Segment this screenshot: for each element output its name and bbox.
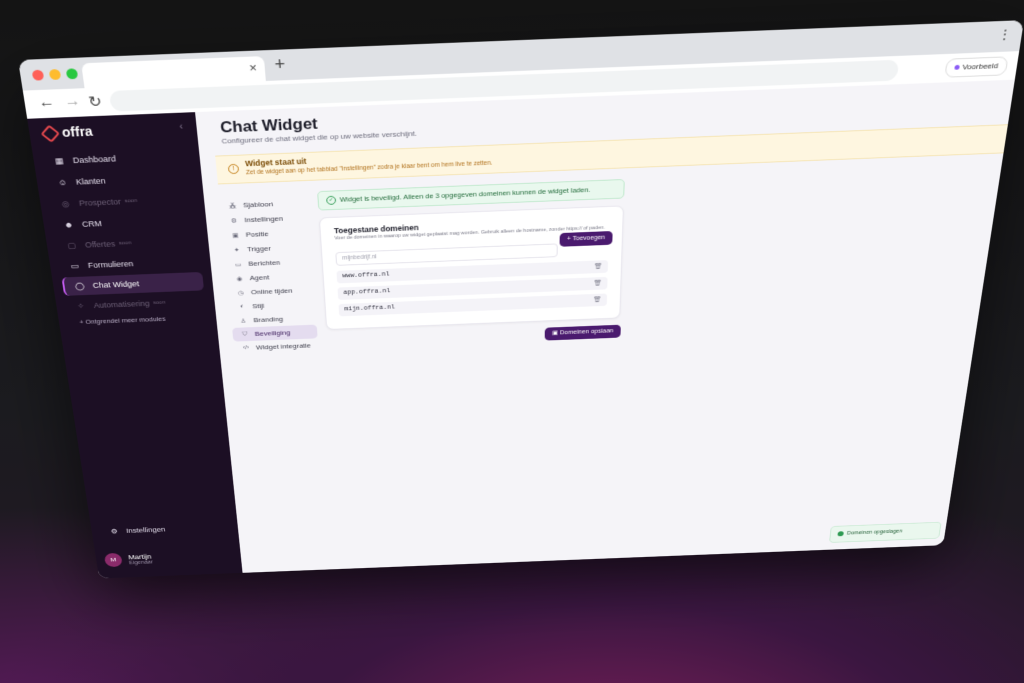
tab-label: Widget integratie: [255, 341, 312, 352]
domain-value: app.offra.nl: [343, 287, 391, 297]
settings-subnav: ⁂ Sjabloon ⚙ Instellingen ▣ Positie ✦ Trigge…: [219, 195, 318, 355]
sidebar-nav: ▦ Dashboard ☺ Klanten ◎ Prospector soon ☻ CRM…: [42, 146, 207, 326]
gear-icon: ⚙: [110, 527, 119, 535]
maximize-window-dot[interactable]: [65, 68, 79, 80]
tab-label: Online tijden: [250, 286, 293, 296]
tab-label: Positie: [245, 229, 269, 239]
form-icon: ▭: [70, 261, 80, 270]
sidebar-item-label: Prospector: [78, 197, 122, 208]
user-role: Eigenaar: [128, 559, 154, 566]
tab-widget-integratie[interactable]: ‹/› Widget integratie: [233, 338, 318, 355]
trash-icon[interactable]: 🗑: [593, 277, 602, 290]
branding-icon: ♙: [240, 318, 247, 324]
close-tab-icon[interactable]: ×: [249, 60, 258, 75]
collapse-sidebar-icon[interactable]: ‹: [179, 122, 183, 132]
toast-text: Domeinen opgeslagen: [846, 528, 903, 536]
brand-name: offra: [60, 123, 94, 140]
back-icon[interactable]: ←: [37, 94, 55, 112]
chat-icon: ◯: [74, 281, 85, 290]
minimize-window-dot[interactable]: [48, 68, 62, 80]
toast-notification: Domeinen opgeslagen: [829, 521, 942, 543]
sidebar-item-label: Formulieren: [87, 259, 134, 270]
tab-label: Sjabloon: [242, 200, 274, 210]
tab-label: Trigger: [246, 244, 272, 254]
warning-title: Widget staat uit: [244, 156, 307, 169]
save-icon: ▣: [552, 330, 560, 337]
domain-value: mijn.offra.nl: [344, 304, 396, 313]
gear-icon: ⚙: [230, 217, 238, 225]
preview-label: Voorbeeld: [961, 61, 999, 72]
users-icon: ☺: [57, 177, 68, 188]
soon-badge: soon: [118, 240, 132, 247]
domain-value: www.offra.nl: [342, 271, 390, 280]
people-icon: ☻: [63, 220, 74, 230]
security-success-banner: ✓ Widget is beveiligd. Alleen de 3 opgeg…: [317, 179, 625, 211]
sidebar-item-label: Chat Widget: [92, 279, 140, 290]
agent-icon: ◉: [236, 275, 243, 282]
reload-icon[interactable]: ↻: [87, 92, 103, 111]
palette-icon: ◐: [239, 303, 245, 310]
tab-label: Instellingen: [244, 214, 284, 224]
allowed-domains-card: Toegestane domeinen Voer de domeinen in …: [318, 205, 624, 330]
user-profile[interactable]: M Martijn Eigenaar: [103, 548, 233, 568]
new-tab-button[interactable]: +: [274, 54, 286, 75]
target-icon: ◎: [61, 198, 70, 208]
document-icon: ▢: [67, 240, 77, 250]
grid-icon: ▦: [54, 155, 65, 166]
browser-window: × + ⋮ ← → ↻ Voorbeeld offra ‹ ▦ Dashboard…: [18, 20, 1024, 579]
tab-label: Stijl: [251, 302, 265, 310]
avatar: M: [103, 552, 123, 568]
save-label: Domeinen opslaan: [559, 328, 614, 336]
check-circle-icon: ✓: [326, 195, 337, 205]
save-domains-button[interactable]: ▣ Domeinen opslaan: [544, 324, 621, 341]
success-text: Widget is beveiligd. Alleen de 3 opgegev…: [339, 185, 591, 204]
spark-icon: ✦: [233, 247, 240, 254]
shield-icon: ⛉: [241, 331, 248, 337]
preview-button[interactable]: Voorbeeld: [944, 56, 1009, 78]
sidebar-footer: ⚙ Instellingen M Martijn Eigenaar: [99, 519, 233, 568]
sidebar-item-label: Klanten: [75, 176, 107, 187]
message-icon: ▭: [234, 261, 242, 268]
soon-badge: soon: [152, 300, 166, 306]
tab-label: Branding: [253, 315, 284, 324]
tab-label: Berichten: [248, 258, 281, 268]
main-content: Chat Widget Configureer de chat widget d…: [195, 79, 1015, 573]
sidebar-item-automatisering[interactable]: ✧ Automatisering soon: [65, 292, 207, 316]
tab-label: Agent: [249, 273, 270, 282]
soon-badge: soon: [124, 198, 138, 205]
browser-menu-icon[interactable]: ⋮: [997, 26, 1013, 43]
sidebar-item-label: Dashboard: [72, 154, 117, 165]
sidebar-item-label: Instellingen: [125, 525, 166, 535]
automation-icon: ✧: [76, 301, 85, 310]
warning-icon: !: [227, 163, 240, 175]
clock-icon: ◷: [237, 290, 244, 297]
tab-label: Beveiliging: [254, 328, 291, 338]
trash-icon[interactable]: 🗑: [594, 260, 603, 273]
close-window-dot[interactable]: [31, 69, 45, 81]
preview-dot-icon: [954, 65, 960, 71]
unlock-label: Ontgrendel meer modules: [84, 315, 166, 326]
template-icon: ⁂: [228, 202, 237, 210]
code-icon: ‹/›: [242, 345, 250, 351]
add-domain-button[interactable]: + Toevoegen: [559, 231, 613, 247]
sidebar-item-label: Offertes: [84, 239, 116, 250]
sidebar-item-instellingen[interactable]: ⚙ Instellingen: [99, 519, 230, 540]
forward-icon[interactable]: →: [63, 93, 81, 111]
trash-icon[interactable]: 🗑: [593, 294, 602, 307]
check-icon: [837, 531, 844, 537]
layout-icon: ▣: [231, 232, 239, 239]
sidebar-item-label: Automatisering: [93, 299, 151, 310]
sidebar-item-label: CRM: [81, 219, 103, 229]
brand-logo[interactable]: offra: [40, 123, 94, 144]
unlock-modules-link[interactable]: + Ontgrendel meer modules: [68, 313, 207, 326]
offra-logo-icon: [40, 124, 61, 144]
